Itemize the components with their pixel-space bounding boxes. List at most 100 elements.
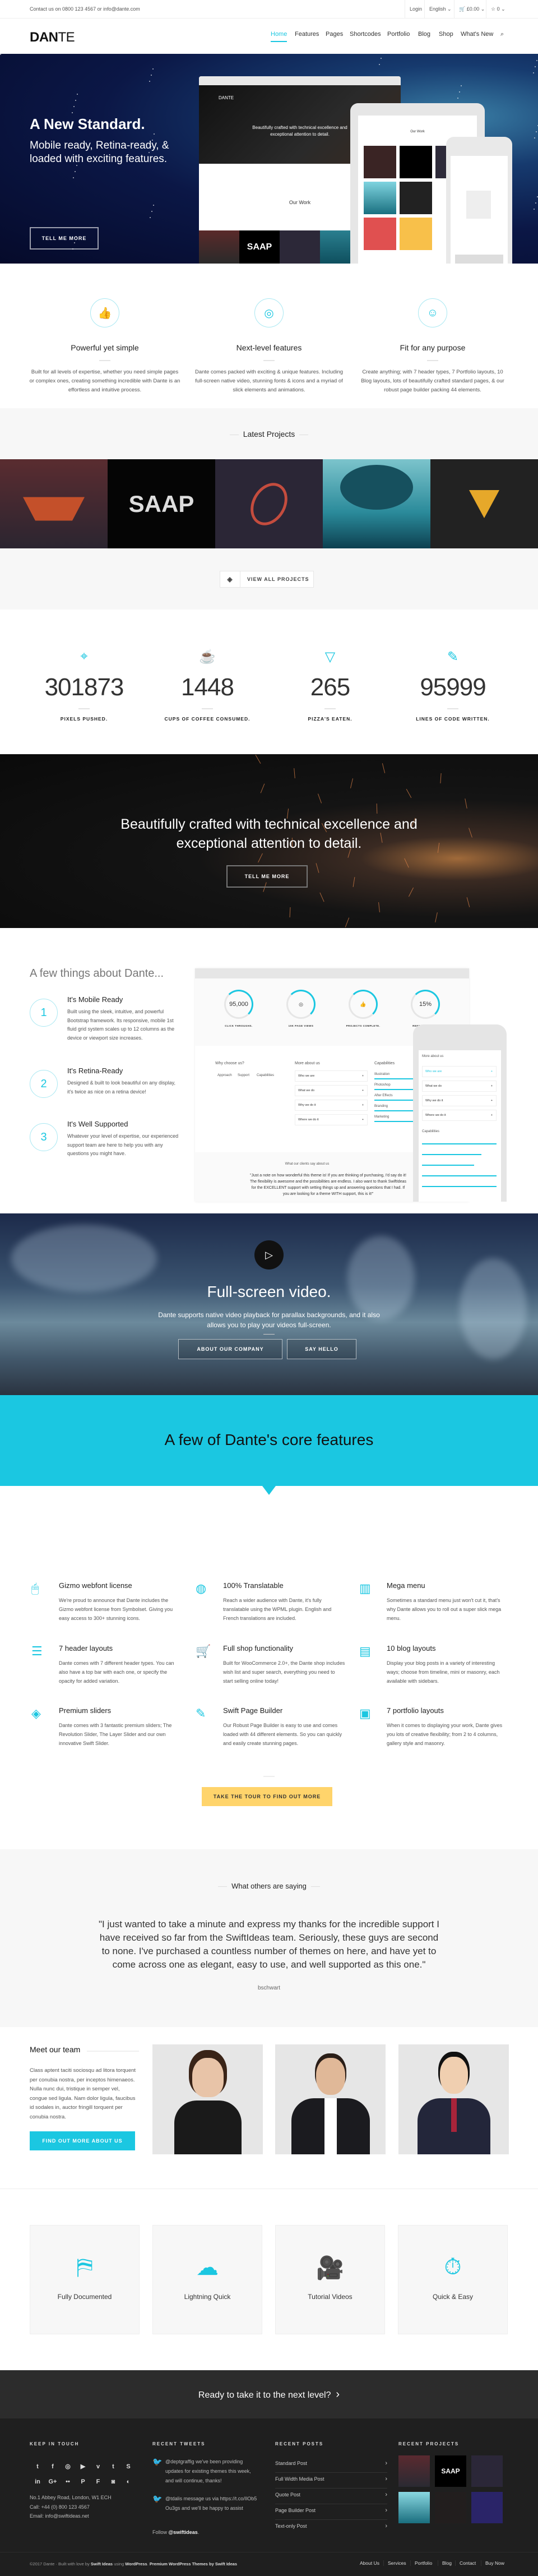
view-all-projects-button[interactable]: ◈ VIEW ALL PROJECTS: [220, 571, 314, 588]
star: [536, 60, 537, 61]
testimonial-quote: "I just wanted to take a minute and expr…: [99, 1919, 439, 1970]
tell-me-more-button[interactable]: TELL ME MORE: [30, 227, 99, 250]
github-icon[interactable]: ◐: [123, 2476, 134, 2487]
star: [152, 68, 154, 70]
section-title: Meet our team: [30, 2045, 81, 2054]
recent-post-link[interactable]: Text-only Post: [275, 2520, 387, 2536]
spark: [319, 892, 324, 902]
cta-link[interactable]: Ready to take it to the next level? ›: [0, 2388, 538, 2401]
core-feature-title: Premium sliders: [59, 1706, 112, 1715]
counter-pizza: ▽ 265 PIZZA'S EATEN.: [274, 649, 386, 722]
layout-icon: ☰: [31, 1644, 43, 1658]
nav-whats-new[interactable]: What's New: [461, 31, 493, 38]
youtube-icon[interactable]: ▶: [77, 2461, 89, 2472]
spark: [376, 803, 378, 814]
wishlist-button[interactable]: ☆ 0 ⌄: [486, 0, 510, 18]
project-tile[interactable]: [323, 459, 430, 548]
footer-link-services[interactable]: Services: [383, 2560, 410, 2566]
team-member-photo[interactable]: [152, 2044, 263, 2154]
foursquare-icon[interactable]: F: [92, 2476, 104, 2487]
nav-home[interactable]: Home: [271, 31, 287, 42]
star: [534, 137, 535, 139]
project-tile[interactable]: [430, 459, 538, 548]
star: [379, 64, 380, 65]
cart-button[interactable]: 🛒 £0.00 ⌄: [454, 0, 489, 18]
star: [534, 209, 535, 210]
feature-title: Fit for any purpose: [400, 343, 466, 352]
search-icon[interactable]: ⌕: [500, 31, 504, 38]
email-link[interactable]: Email: info@swiftideas.net: [30, 2512, 112, 2521]
testimonials: What others are saying "I just wanted to…: [0, 1849, 538, 2027]
find-out-more-button[interactable]: FIND OUT MORE ABOUT US: [30, 2131, 135, 2150]
facebook-icon[interactable]: f: [47, 2461, 58, 2472]
tell-me-more-button[interactable]: TELL ME MORE: [226, 865, 308, 888]
recent-post-link[interactable]: Page Builder Post: [275, 2505, 387, 2520]
hero-slider: A New Standard. Mobile ready, Retina-rea…: [0, 54, 538, 264]
main-nav: DANTE Home Features Pages Shortcodes Por…: [0, 19, 538, 54]
recent-project-thumb[interactable]: [398, 2492, 430, 2523]
core-feature-text: Sometimes a standard menu just won't cut…: [387, 1598, 502, 1621]
twitter-icon[interactable]: t: [32, 2461, 43, 2472]
spark: [317, 793, 322, 804]
dribbble-icon[interactable]: ◎: [62, 2461, 73, 2472]
say-hello-button[interactable]: SAY HELLO: [287, 1339, 356, 1359]
recent-project-thumb[interactable]: [398, 2455, 430, 2487]
star: [75, 100, 76, 101]
team-member-photo[interactable]: [275, 2044, 386, 2154]
login-link[interactable]: Login: [405, 0, 426, 18]
tumblr-icon[interactable]: t: [108, 2461, 119, 2472]
nav-pages[interactable]: Pages: [326, 31, 343, 38]
about-company-button[interactable]: ABOUT OUR COMPANY: [178, 1339, 282, 1359]
footer-link-blog[interactable]: Blog: [438, 2560, 456, 2566]
footer-heading: RECENT POSTS: [275, 2441, 324, 2446]
project-tile[interactable]: [215, 459, 323, 548]
flickr-icon[interactable]: ••: [62, 2476, 73, 2487]
instagram-icon[interactable]: ◙: [108, 2476, 119, 2487]
footer-link-about[interactable]: About Us: [356, 2560, 383, 2566]
spark: [404, 858, 409, 868]
project-tile[interactable]: [0, 459, 108, 548]
project-tile[interactable]: SAAP: [108, 459, 215, 548]
vimeo-icon[interactable]: v: [92, 2461, 104, 2472]
core-feature-text: Built for WooCommerce 2.0+, the Dante sh…: [223, 1660, 345, 1684]
spiral-icon: ◎: [254, 298, 284, 327]
play-icon: ▷: [265, 1249, 273, 1261]
linkedin-icon[interactable]: in: [32, 2476, 43, 2487]
skype-icon[interactable]: S: [123, 2461, 134, 2472]
star: [72, 112, 73, 113]
spark: [382, 763, 386, 773]
take-tour-button[interactable]: TAKE THE TOUR TO FIND OUT MORE: [202, 1787, 332, 1806]
twitter-icon: 🐦: [152, 2457, 163, 2466]
star: [461, 85, 462, 86]
recent-project-thumb[interactable]: SAAP: [435, 2455, 466, 2487]
nav-blog[interactable]: Blog: [418, 31, 430, 38]
google-plus-icon[interactable]: G+: [47, 2476, 58, 2487]
cart-icon: 🛒: [459, 6, 466, 12]
recent-project-thumb[interactable]: [471, 2492, 503, 2523]
footer-link-buy-now[interactable]: Buy Now: [481, 2560, 508, 2566]
phone-mockup: [446, 137, 512, 264]
recent-project-thumb[interactable]: [435, 2492, 466, 2523]
pinterest-icon[interactable]: P: [77, 2476, 89, 2487]
play-button[interactable]: ▷: [254, 1240, 284, 1269]
footer-link-portfolio[interactable]: Portfolio: [410, 2560, 436, 2566]
phone-mockup: More about us Who we are What we do Why …: [413, 1024, 507, 1202]
nav-portfolio[interactable]: Portfolio: [387, 31, 410, 38]
counter-pixels: ⌖ 301873 PIXELS PUSHED.: [28, 649, 140, 722]
follow-link[interactable]: Follow @swiftideas.: [152, 2529, 199, 2535]
star: [536, 131, 537, 132]
star: [149, 81, 150, 82]
nav-shop[interactable]: Shop: [439, 31, 453, 38]
logo[interactable]: DANTE: [30, 30, 75, 45]
recent-project-thumb[interactable]: [471, 2455, 503, 2487]
recent-post-link[interactable]: Standard Post: [275, 2458, 387, 2473]
counter-code: ✎ 95999 LINES OF CODE WRITTEN.: [397, 649, 509, 722]
cta-banner[interactable]: Ready to take it to the next level? ›: [0, 2370, 538, 2418]
nav-features[interactable]: Features: [295, 31, 319, 38]
team-member-photo[interactable]: [398, 2044, 509, 2154]
language-select[interactable]: English ⌄: [424, 0, 456, 18]
recent-post-link[interactable]: Full Width Media Post: [275, 2473, 387, 2489]
recent-post-link[interactable]: Quote Post: [275, 2489, 387, 2504]
nav-shortcodes[interactable]: Shortcodes: [350, 31, 381, 38]
footer-link-contact[interactable]: Contact: [455, 2560, 480, 2566]
